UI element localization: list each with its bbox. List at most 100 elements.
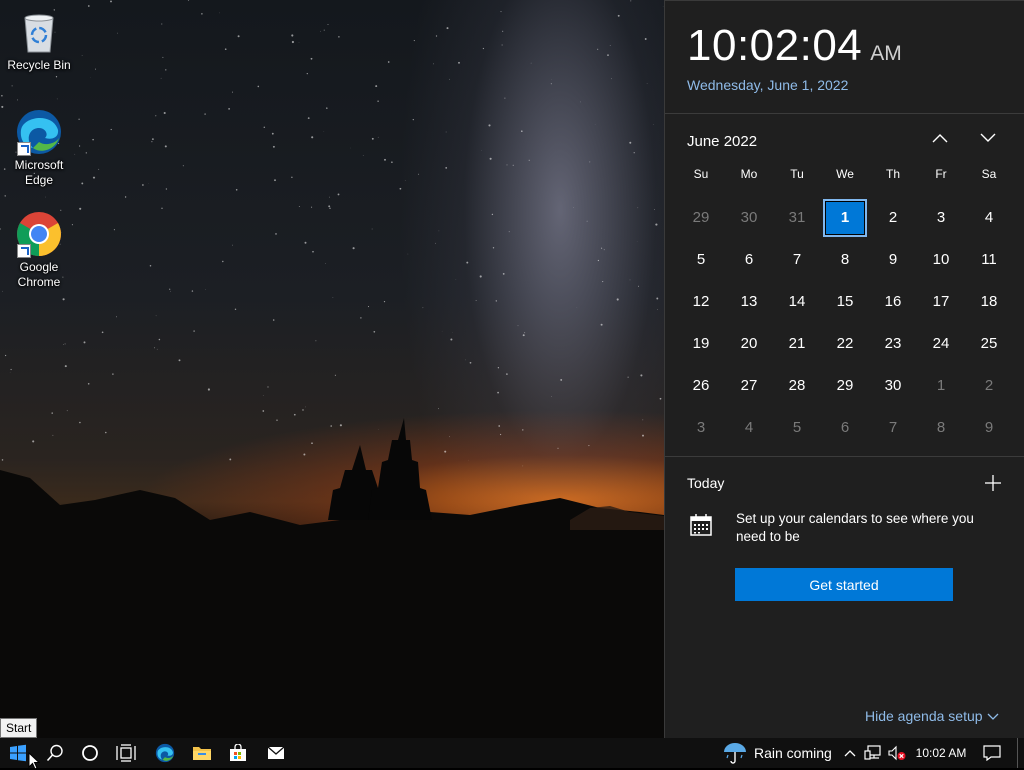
calendar-day[interactable]: 18: [967, 283, 1011, 321]
cortana-icon: [81, 744, 99, 762]
calendar-day[interactable]: 6: [823, 409, 867, 447]
store-icon: [229, 744, 247, 762]
desktop-icon-label-line2: Edge: [1, 173, 77, 188]
calendar-day[interactable]: 3: [919, 199, 963, 237]
clock-date-link[interactable]: Wednesday, June 1, 2022: [687, 77, 1024, 93]
desktop-icon-label: Recycle Bin: [1, 58, 77, 73]
volume-muted-icon: [888, 745, 906, 761]
calendar-day[interactable]: 2: [967, 367, 1011, 405]
calendar-next-month-button[interactable]: [973, 129, 1003, 155]
umbrella-rain-icon: [722, 741, 748, 765]
desktop-icon-recycle-bin[interactable]: Recycle Bin: [1, 8, 77, 73]
start-tooltip: Start: [0, 718, 37, 738]
calendar-day[interactable]: 24: [919, 325, 963, 363]
calendar-day[interactable]: 25: [967, 325, 1011, 363]
desktop-icon-label-line1: Microsoft: [1, 158, 77, 173]
taskbar-edge-button[interactable]: [147, 738, 183, 768]
calendar-day-today[interactable]: 1: [823, 199, 867, 237]
plus-icon: [983, 473, 1003, 493]
volume-button[interactable]: [886, 738, 908, 768]
agenda-setup-text: Set up your calendars to see where you n…: [736, 510, 976, 546]
calendar-day[interactable]: 17: [919, 283, 963, 321]
calendar-previous-month-button[interactable]: [925, 129, 955, 155]
shortcut-arrow-icon: [17, 244, 31, 258]
mail-button[interactable]: [258, 738, 294, 768]
microsoft-store-button[interactable]: [220, 738, 256, 768]
calendar-day[interactable]: 7: [775, 241, 819, 279]
calendar-day[interactable]: 12: [679, 283, 723, 321]
desktop-icon-label-line2: Chrome: [1, 275, 77, 290]
show-hidden-icons-button[interactable]: [840, 738, 860, 768]
calendar-day[interactable]: 30: [727, 199, 771, 237]
weather-text: Rain coming: [754, 745, 832, 761]
task-view-icon: [116, 744, 136, 762]
calendar-month-label[interactable]: June 2022: [687, 133, 757, 150]
calendar-day[interactable]: 1: [919, 367, 963, 405]
agenda-today-label: Today: [687, 475, 724, 491]
calendar-day[interactable]: 4: [967, 199, 1011, 237]
search-icon: [46, 744, 64, 762]
cortana-button[interactable]: [72, 738, 108, 768]
clock-time: 10:02:04: [687, 21, 862, 71]
calendar-day[interactable]: 20: [727, 325, 771, 363]
calendar-day[interactable]: 5: [775, 409, 819, 447]
desktop-icon-microsoft-edge[interactable]: Microsoft Edge: [1, 108, 77, 188]
get-started-button[interactable]: Get started: [735, 568, 953, 601]
chevron-down-icon: [980, 133, 996, 143]
calendar-day[interactable]: 19: [679, 325, 723, 363]
task-view-button[interactable]: [108, 738, 144, 768]
calendar-header: June 2022: [665, 114, 1024, 168]
calendar-day[interactable]: 26: [679, 367, 723, 405]
calendar-day[interactable]: 3: [679, 409, 723, 447]
calendar-day[interactable]: 10: [919, 241, 963, 279]
calendar-day[interactable]: 22: [823, 325, 867, 363]
search-button[interactable]: [37, 738, 73, 768]
calendar-day[interactable]: 9: [967, 409, 1011, 447]
mouse-cursor-icon: [28, 752, 40, 770]
calendar-day[interactable]: 9: [871, 241, 915, 279]
chevron-up-icon: [844, 749, 856, 757]
edge-icon: [155, 743, 175, 763]
calendar-day[interactable]: 23: [871, 325, 915, 363]
calendar-day[interactable]: 8: [919, 409, 963, 447]
shortcut-arrow-icon: [17, 142, 31, 156]
file-explorer-icon: [192, 744, 212, 762]
calendar-day[interactable]: 31: [775, 199, 819, 237]
file-explorer-button[interactable]: [184, 738, 220, 768]
calendar-day[interactable]: 7: [871, 409, 915, 447]
calendar-day[interactable]: 13: [727, 283, 771, 321]
weekday-header: Mo: [725, 167, 773, 181]
add-event-button[interactable]: [983, 473, 1003, 493]
weekday-header: We: [821, 167, 869, 181]
calendar-day[interactable]: 14: [775, 283, 819, 321]
calendar-day[interactable]: 6: [727, 241, 771, 279]
calendar-day[interactable]: 4: [727, 409, 771, 447]
hide-agenda-label: Hide agenda setup: [865, 708, 983, 724]
calendar-day[interactable]: 16: [871, 283, 915, 321]
weekday-header: Fr: [917, 167, 965, 181]
calendar-day[interactable]: 29: [823, 367, 867, 405]
weekday-header: Su: [677, 167, 725, 181]
calendar-day[interactable]: 27: [727, 367, 771, 405]
recycle-bin-icon: [15, 8, 63, 56]
calendar-day[interactable]: 2: [871, 199, 915, 237]
windows-start-icon: [9, 744, 27, 762]
hide-agenda-setup-link[interactable]: Hide agenda setup: [865, 708, 999, 724]
desktop-icon-google-chrome[interactable]: Google Chrome: [1, 210, 77, 290]
calendar-day[interactable]: 30: [871, 367, 915, 405]
clock-calendar-flyout: 10:02:04AM Wednesday, June 1, 2022 June …: [664, 0, 1024, 738]
taskbar-clock[interactable]: 10:02 AM: [908, 738, 974, 768]
desktop-icon-label-line1: Google: [1, 260, 77, 275]
calendar-day[interactable]: 21: [775, 325, 819, 363]
show-desktop-button[interactable]: [1017, 738, 1024, 768]
taskbar: Rain coming 10:02 AM: [0, 738, 1024, 768]
network-button[interactable]: [862, 738, 884, 768]
calendar-day[interactable]: 5: [679, 241, 723, 279]
calendar-day[interactable]: 28: [775, 367, 819, 405]
action-center-button[interactable]: [978, 738, 1006, 768]
calendar-day[interactable]: 29: [679, 199, 723, 237]
calendar-day[interactable]: 8: [823, 241, 867, 279]
calendar-day[interactable]: 11: [967, 241, 1011, 279]
calendar-day[interactable]: 15: [823, 283, 867, 321]
weather-widget[interactable]: Rain coming: [722, 738, 832, 768]
